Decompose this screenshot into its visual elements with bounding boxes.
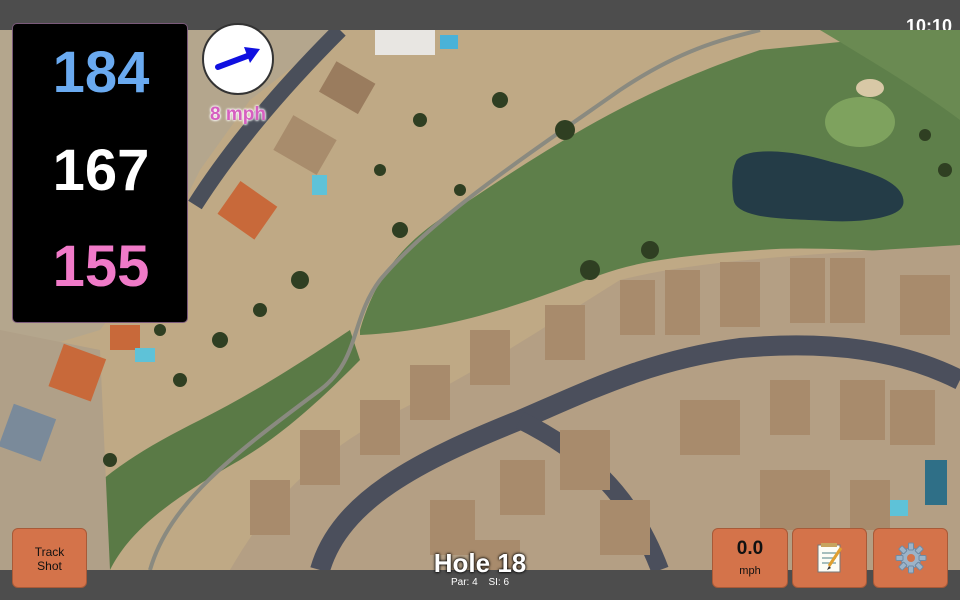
distance-front: 155: [52, 234, 150, 299]
settings-button[interactable]: [873, 528, 948, 588]
hole-title: Hole 18: [433, 548, 527, 578]
speed-value: 0.0: [736, 538, 764, 559]
hole-si: SI: 6: [488, 577, 510, 588]
wind-speed: 8 mph: [210, 104, 266, 125]
track-shot-button[interactable]: Track Shot: [12, 528, 87, 588]
gear-icon: [895, 542, 926, 574]
speed-button[interactable]: 0.0 mph: [712, 528, 788, 588]
notes-button[interactable]: [792, 528, 867, 588]
wind-arrow-icon: [215, 47, 260, 70]
distance-middle: 167: [52, 138, 150, 203]
notepad-icon: [817, 543, 842, 573]
distance-panel: 184 167 155: [12, 23, 188, 323]
track-shot-label: Track Shot: [34, 545, 65, 573]
distance-back: 184: [52, 40, 150, 105]
speed-unit: mph: [739, 565, 761, 577]
wind-indicator: [202, 23, 274, 95]
hole-details: Par: 4 SI: 6: [380, 577, 580, 588]
hole-par: Par: 4: [450, 577, 478, 588]
